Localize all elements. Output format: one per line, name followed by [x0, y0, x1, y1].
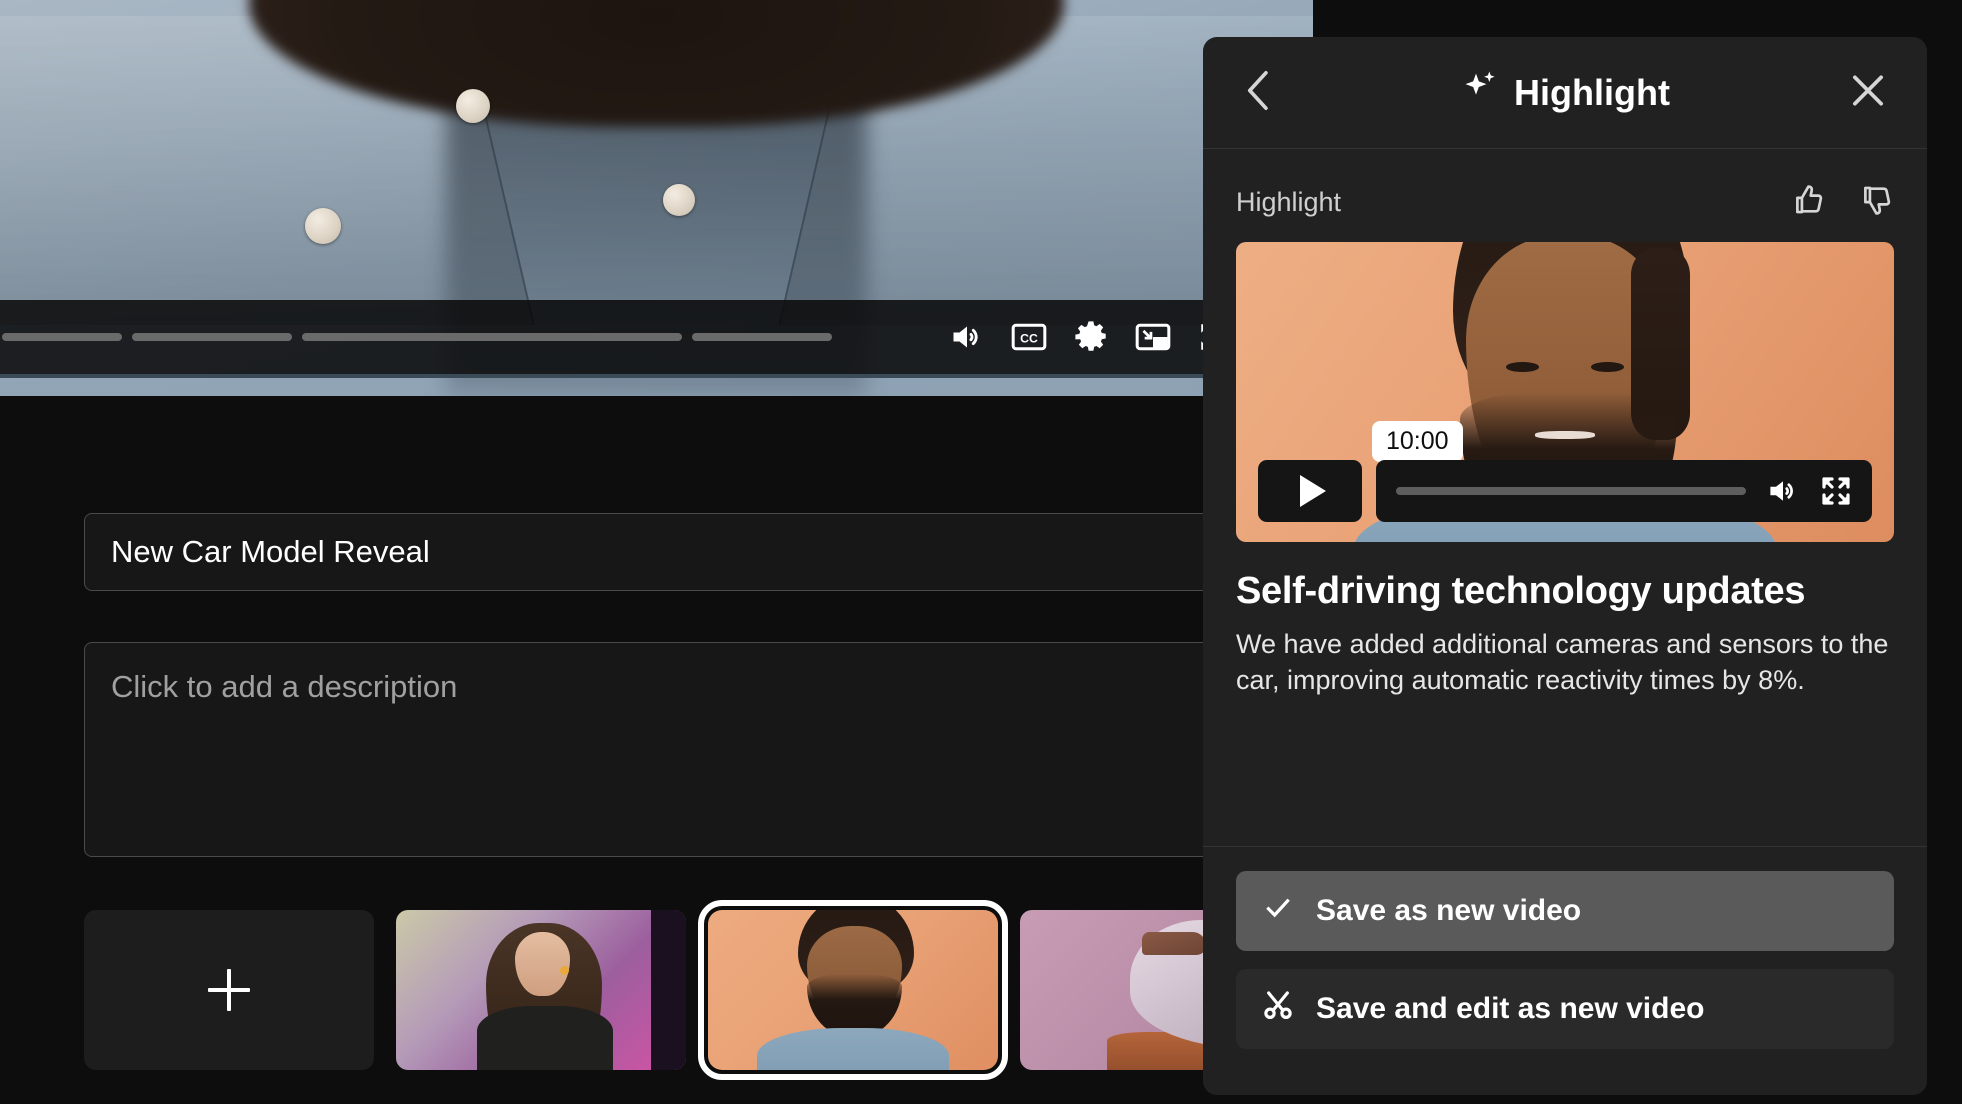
feedback-group: [1792, 183, 1894, 222]
close-icon[interactable]: [1851, 73, 1885, 112]
panel-actions: Save as new video Save and edit as new v…: [1203, 846, 1927, 1095]
shirt-button: [663, 184, 695, 216]
highlight-description: We have added additional cameras and sen…: [1236, 627, 1894, 699]
stage-panel: [651, 910, 686, 1070]
chapter-progress-bar[interactable]: [0, 333, 860, 341]
save-and-edit-label: Save and edit as new video: [1316, 992, 1704, 1026]
car-mirror: [1142, 932, 1206, 954]
portrait-shirt: [757, 1028, 948, 1070]
title-input-value: New Car Model Reveal: [111, 534, 430, 570]
settings-icon[interactable]: [1073, 319, 1109, 355]
preview-mouth: [1535, 431, 1594, 439]
player-bottom-edge: [0, 374, 1313, 378]
fullscreen-icon[interactable]: [1820, 475, 1852, 507]
save-and-edit-as-new-video-button[interactable]: Save and edit as new video: [1236, 969, 1894, 1049]
preview-time-tooltip: 10:00: [1372, 421, 1463, 462]
panel-header: Highlight: [1203, 37, 1927, 149]
preview-eye: [1591, 362, 1624, 372]
add-clip-button[interactable]: [84, 910, 374, 1070]
volume-icon[interactable]: [1766, 477, 1800, 505]
thumbs-up-icon[interactable]: [1792, 183, 1826, 222]
volume-icon[interactable]: [949, 322, 985, 352]
thumbnail-portrait-image: [708, 910, 998, 1070]
shirt-button: [305, 208, 341, 244]
panel-title: Highlight: [1460, 68, 1670, 117]
highlight-section-header: Highlight: [1236, 149, 1894, 242]
speaker-body: [477, 1006, 613, 1070]
sparkle-icon: [1460, 68, 1500, 117]
check-icon: [1262, 891, 1294, 931]
save-as-new-video-button[interactable]: Save as new video: [1236, 871, 1894, 951]
captions-icon[interactable]: CC: [1011, 322, 1047, 352]
thumbnail-strip: [84, 910, 1310, 1070]
speaker-mic: [560, 966, 569, 975]
plus-icon: [208, 969, 250, 1011]
video-player-controls[interactable]: CC vi: [0, 300, 1313, 374]
thumbnail-speaker[interactable]: [396, 910, 686, 1070]
chapter-segment[interactable]: [692, 333, 832, 341]
thumbs-down-icon[interactable]: [1860, 183, 1894, 222]
save-as-new-video-label: Save as new video: [1316, 894, 1581, 928]
chevron-left-icon[interactable]: [1245, 70, 1273, 115]
video-stage[interactable]: CC vi: [0, 0, 1313, 396]
chapter-segment[interactable]: [302, 333, 682, 341]
chapter-segment[interactable]: [132, 333, 292, 341]
app-root: CC vi New Car Model Revea: [0, 0, 1962, 1104]
preview-play-button[interactable]: [1258, 460, 1362, 522]
svg-text:CC: CC: [1020, 331, 1038, 345]
title-input[interactable]: New Car Model Reveal: [84, 513, 1244, 591]
preview-progress-track[interactable]: [1396, 487, 1746, 495]
section-label: Highlight: [1236, 187, 1341, 218]
panel-title-text: Highlight: [1514, 72, 1670, 114]
description-placeholder: Click to add a description: [111, 669, 457, 704]
play-icon: [1300, 475, 1326, 507]
preview-control-bar[interactable]: [1376, 460, 1872, 522]
panel-body: Highlight: [1203, 149, 1927, 846]
thumbnail-speaker-image: [396, 910, 686, 1070]
highlight-title: Self-driving technology updates: [1236, 570, 1894, 613]
chapter-segment[interactable]: [2, 333, 122, 341]
preview-eye: [1506, 362, 1539, 372]
highlight-panel: Highlight Highlight: [1203, 37, 1927, 1095]
picture-in-picture-icon[interactable]: [1135, 322, 1171, 352]
description-input[interactable]: Click to add a description: [84, 642, 1244, 857]
speaker-face: [515, 932, 570, 996]
scissors-icon: [1262, 989, 1294, 1029]
highlight-video-preview[interactable]: 10:00: [1236, 242, 1894, 542]
shirt-button: [456, 89, 490, 123]
thumbnail-portrait[interactable]: [708, 910, 998, 1070]
